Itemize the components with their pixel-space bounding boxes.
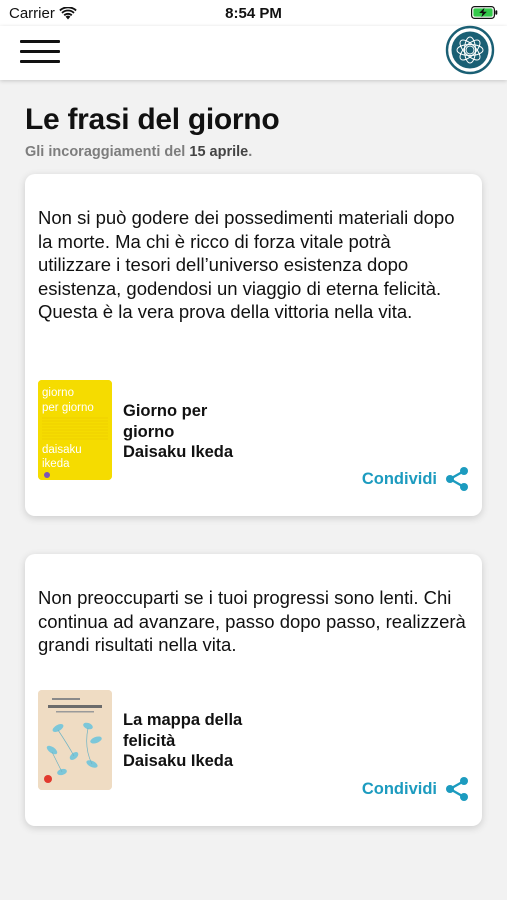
book-info: Giorno per giorno Daisaku Ikeda <box>123 401 233 463</box>
status-time: 8:54 PM <box>225 5 282 22</box>
book-title-line2: felicità <box>123 731 176 750</box>
share-label: Condividi <box>361 469 437 488</box>
quote-card: Non preoccuparti se i tuoi progressi son… <box>25 554 482 826</box>
quote-card: Non si può godere dei possedimenti mater… <box>25 174 482 516</box>
cover-author-line2: ikeda <box>42 458 70 470</box>
book-author: Daisaku Ikeda <box>123 443 234 461</box>
navigation-bar <box>0 25 507 80</box>
book-cover-giorno-per-giorno[interactable]: giorno per giorno daisaku ikeda <box>38 380 112 480</box>
book-title-line2: giorno <box>123 422 175 441</box>
quote-text: Non si può godere dei possedimenti mater… <box>38 207 455 322</box>
hamburger-menu-icon[interactable] <box>20 40 60 64</box>
quote-text: Non preoccuparti se i tuoi progressi son… <box>38 587 466 655</box>
book-cover-art: giorno per giorno daisaku ikeda <box>38 380 112 480</box>
share-label: Condividi <box>361 779 437 798</box>
share-button[interactable]: Condividi <box>362 776 470 802</box>
book-author: Daisaku Ikeda <box>123 752 234 770</box>
page-subtitle: Gli incoraggiamenti del 15 aprile. <box>25 144 252 160</box>
page-title: Le frasi del giorno <box>25 103 280 136</box>
subtitle-prefix: Gli incoraggiamenti del <box>25 144 190 160</box>
subtitle-date: 15 aprile <box>189 144 249 160</box>
book-title-line1: Giorno per <box>123 402 208 420</box>
share-button[interactable]: Condividi <box>362 466 470 492</box>
status-bar: Carrier 8:54 PM <box>0 0 507 26</box>
subtitle-suffix: . <box>248 144 253 160</box>
book-cover-la-mappa-della-felicita[interactable] <box>38 690 112 790</box>
cover-author-line1: daisaku <box>42 444 82 456</box>
share-icon <box>446 777 468 801</box>
share-icon <box>446 467 468 491</box>
lotus-logo-icon[interactable] <box>445 25 495 75</box>
book-title-line1: La mappa della <box>123 711 243 729</box>
cover-title-line1: giorno <box>42 387 74 399</box>
battery-charging-icon <box>471 6 498 23</box>
book-cover-art <box>38 690 112 790</box>
cover-title-line2: per giorno <box>42 402 94 414</box>
book-info: La mappa della felicità Daisaku Ikeda <box>123 710 242 772</box>
